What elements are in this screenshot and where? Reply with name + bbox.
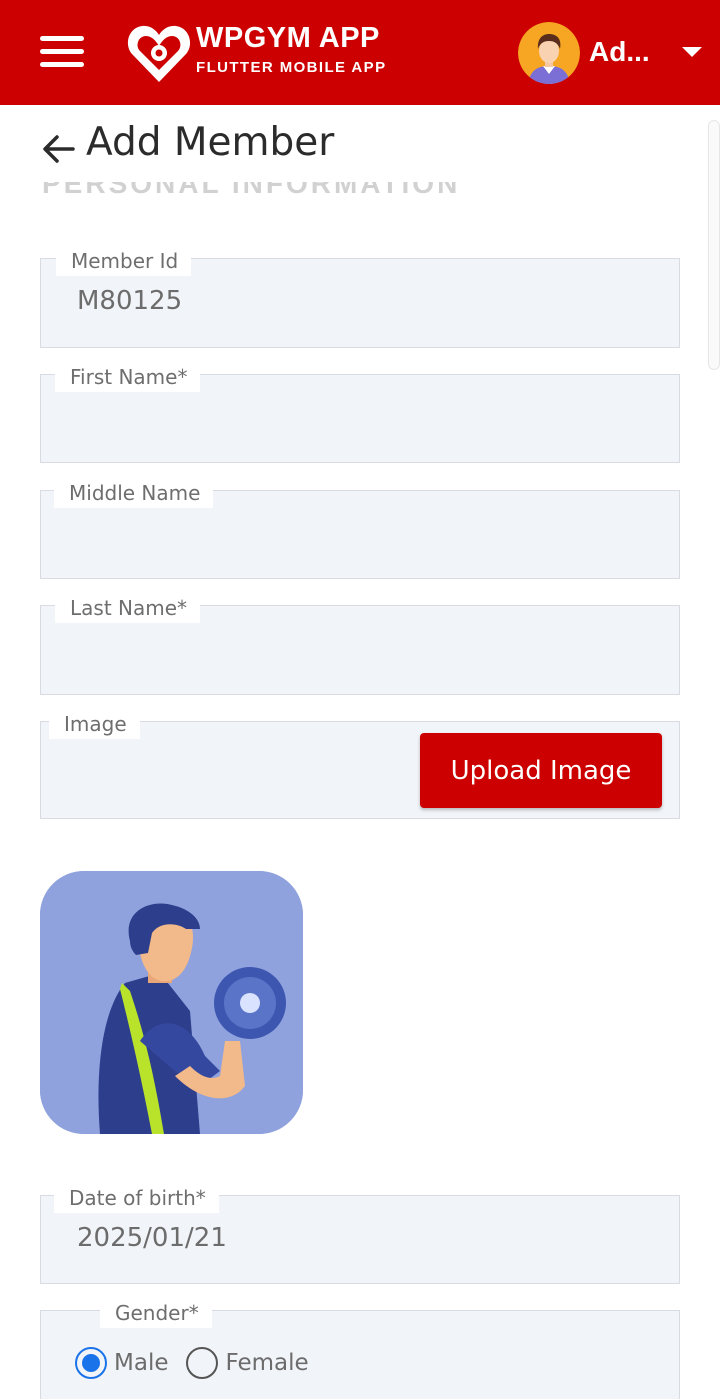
brand-logo-icon [127,25,191,82]
section-heading: PERSONAL INFORMATION [42,182,461,199]
page-title: Add Member [86,120,335,165]
gender-radio-group: Male Female [75,1345,327,1381]
scrollbar[interactable] [708,120,720,370]
app-header: WPGYM APP FLUTTER MOBILE APP Ad... [0,0,720,105]
middle-name-input[interactable] [41,521,679,577]
member-id-value[interactable]: M80125 [77,286,182,316]
hamburger-menu-icon[interactable] [38,34,86,70]
last-name-field[interactable]: Last Name* [40,593,680,695]
arrow-left-icon[interactable] [40,130,78,168]
member-image-preview [40,871,303,1134]
date-of-birth-label: Date of birth* [54,1183,219,1213]
image-label: Image [49,709,140,739]
user-name[interactable]: Ad... [589,36,650,68]
first-name-label: First Name* [55,362,201,392]
last-name-label: Last Name* [55,593,201,623]
gender-male-label[interactable]: Male [114,1350,168,1376]
first-name-field[interactable]: First Name* [40,362,680,463]
member-id-field[interactable]: Member Id M80125 [40,246,680,348]
user-avatar[interactable] [518,22,580,84]
upload-image-button[interactable]: Upload Image [420,733,662,808]
middle-name-label: Middle Name [54,478,214,508]
first-name-input[interactable] [41,405,679,461]
gender-female-label[interactable]: Female [225,1350,308,1376]
caret-down-icon[interactable] [682,47,702,57]
brand-subtitle: FLUTTER MOBILE APP [196,59,387,76]
last-name-input[interactable] [41,636,679,692]
brand-title: WPGYM APP [196,22,380,54]
gender-label: Gender* [100,1298,212,1328]
image-field: Image Upload Image [40,709,680,819]
gender-male-radio[interactable] [75,1347,107,1379]
date-of-birth-value[interactable]: 2025/01/21 [77,1223,227,1253]
middle-name-field[interactable]: Middle Name [40,478,680,579]
date-of-birth-field[interactable]: Date of birth* 2025/01/21 [40,1183,680,1284]
gender-field: Gender* Male Female [40,1298,680,1399]
member-id-label: Member Id [56,246,192,276]
gender-female-radio[interactable] [186,1347,219,1379]
